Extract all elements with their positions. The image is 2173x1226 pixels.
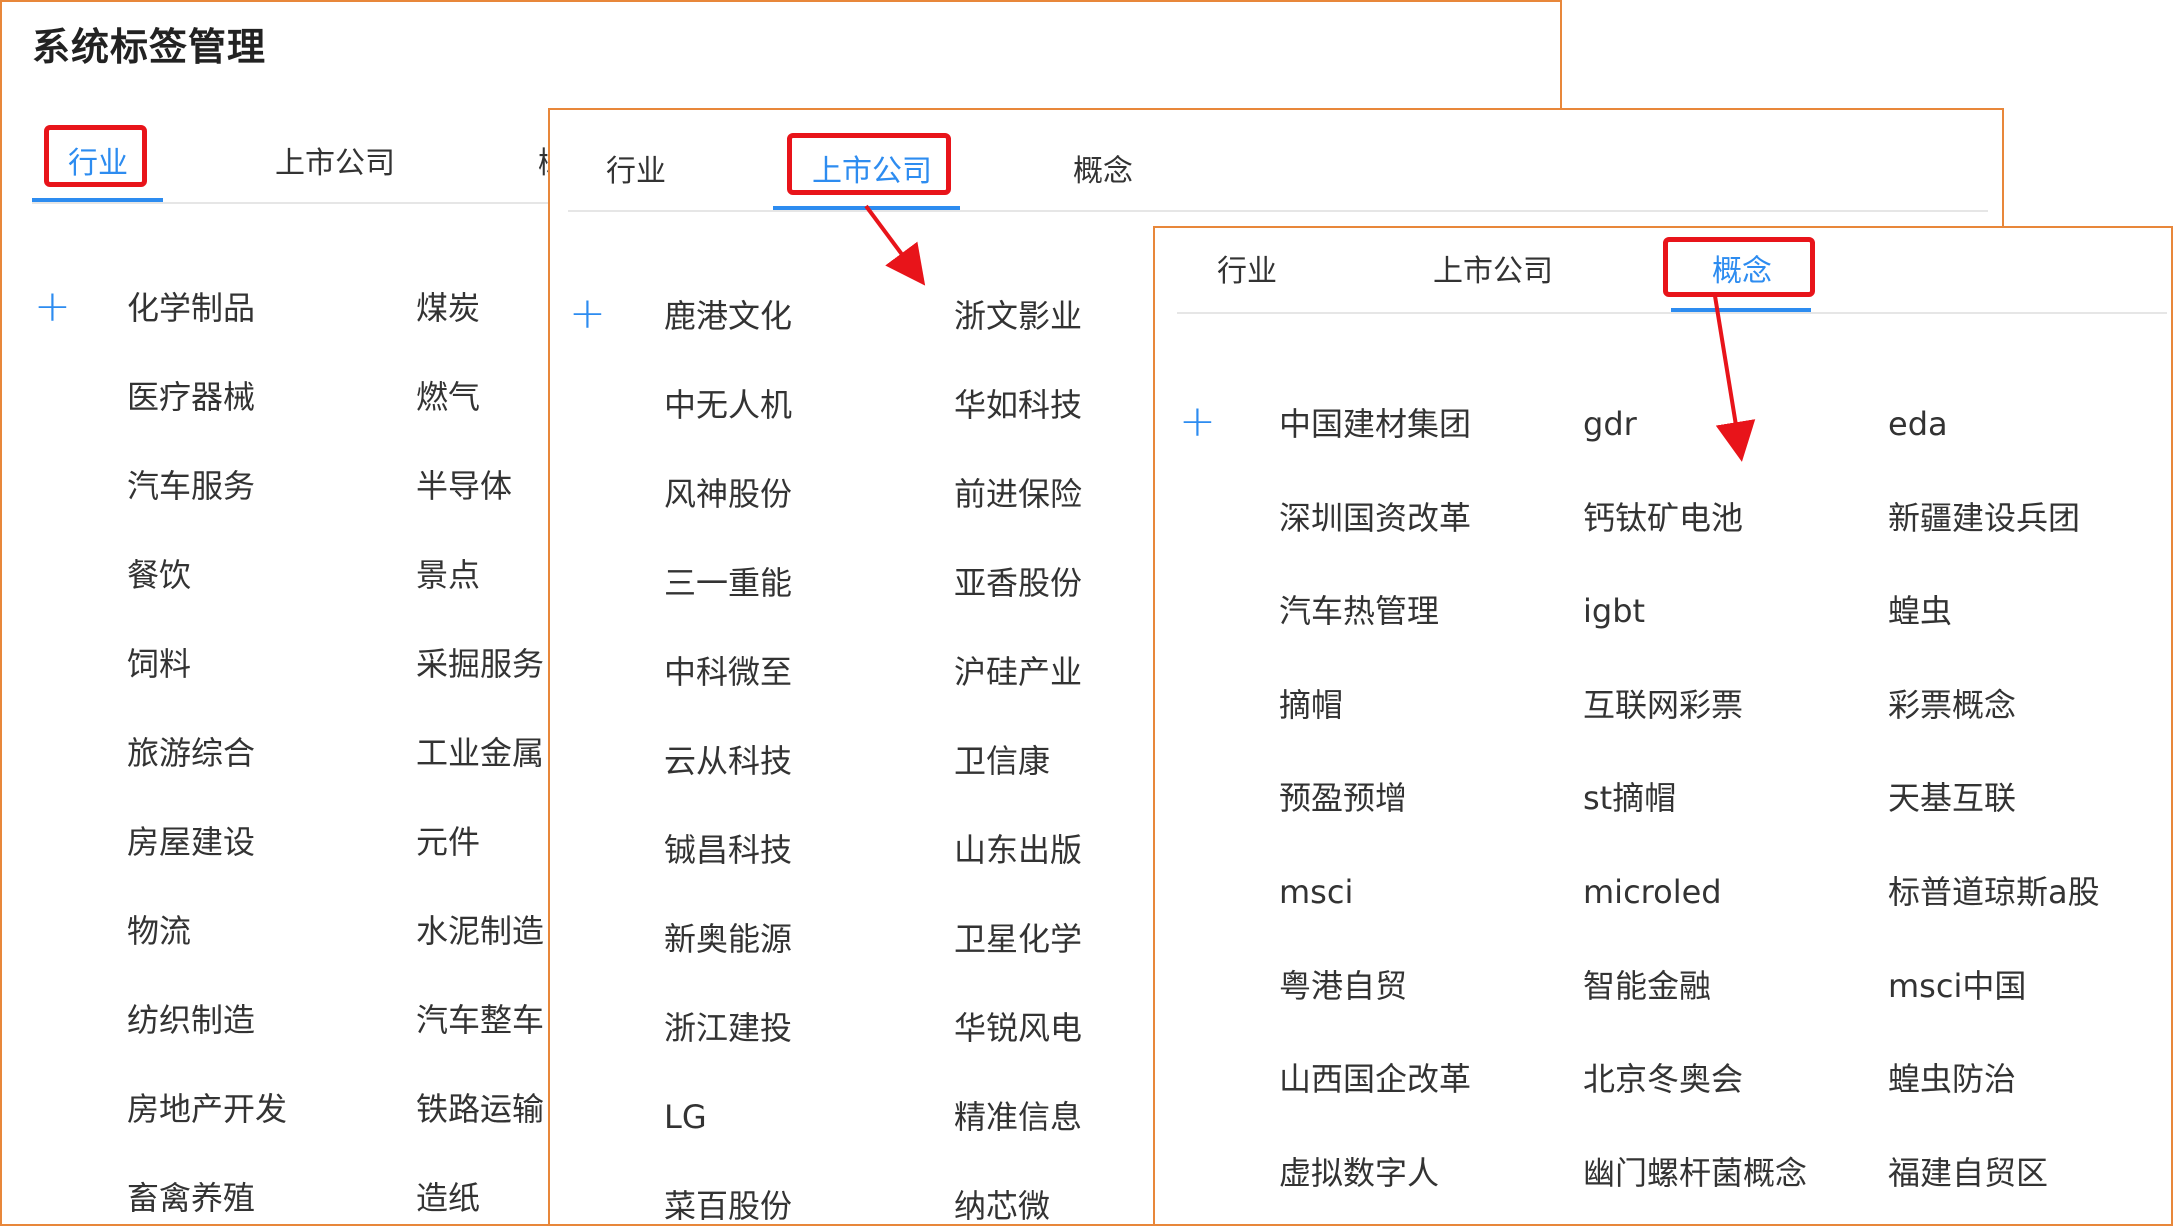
company-tag[interactable]: 前进保险: [954, 474, 1082, 514]
concept-tag[interactable]: st摘帽: [1583, 778, 1676, 818]
concept-tag[interactable]: 新疆建设兵团: [1888, 498, 2080, 538]
industry-tag[interactable]: 化学制品: [127, 288, 255, 328]
concept-tag[interactable]: 预盈预增: [1279, 778, 1407, 818]
highlight-box: [787, 133, 951, 195]
industry-tag[interactable]: 纺织制造: [127, 1000, 255, 1040]
company-tag[interactable]: 三一重能: [664, 563, 792, 603]
concept-tag[interactable]: 幽门螺杆菌概念: [1583, 1153, 1807, 1193]
concept-tag[interactable]: 智能金融: [1583, 966, 1711, 1006]
company-tag[interactable]: 山东出版: [954, 830, 1082, 870]
company-tag[interactable]: 新奥能源: [664, 919, 792, 959]
concept-tag[interactable]: gdr: [1583, 404, 1637, 444]
concept-tag[interactable]: eda: [1888, 404, 1948, 444]
concept-tag[interactable]: 蝗虫: [1888, 591, 1952, 631]
company-tag[interactable]: 鹿港文化: [664, 296, 792, 336]
company-tag[interactable]: 中无人机: [664, 385, 792, 425]
industry-tag[interactable]: 旅游综合: [127, 733, 255, 773]
industry-tag[interactable]: 汽车整车: [416, 1000, 544, 1040]
industry-tag[interactable]: 汽车服务: [127, 466, 255, 506]
company-tag[interactable]: 风神股份: [664, 474, 792, 514]
plus-icon[interactable]: +: [569, 292, 606, 336]
concept-tag[interactable]: 深圳国资改革: [1279, 498, 1471, 538]
tab-listed-company[interactable]: 上市公司: [1433, 246, 1553, 290]
concept-tag[interactable]: 汽车热管理: [1279, 591, 1439, 631]
company-tag[interactable]: 中科微至: [664, 652, 792, 692]
industry-tag[interactable]: 景点: [416, 555, 480, 595]
industry-tag[interactable]: 畜禽养殖: [127, 1178, 255, 1218]
concept-tag[interactable]: 蝗虫防治: [1888, 1059, 2016, 1099]
industry-tag[interactable]: 饲料: [127, 644, 191, 684]
concept-tag[interactable]: 福建自贸区: [1888, 1153, 2048, 1193]
company-tag[interactable]: 浙文影业: [954, 296, 1082, 336]
company-tag[interactable]: 卫信康: [954, 741, 1050, 781]
concept-tag[interactable]: 标普道琼斯a股: [1888, 872, 2100, 912]
industry-tag[interactable]: 医疗器械: [127, 377, 255, 417]
company-tag[interactable]: LG: [664, 1097, 707, 1137]
tab-divider: [1177, 312, 2167, 314]
industry-tag[interactable]: 水泥制造: [416, 911, 544, 951]
panel-concept: 行业 上市公司 概念 + 中国建材集团 深圳国资改革 汽车热管理 摘帽 预盈预增 msci…: [1153, 226, 2173, 1226]
highlight-box: [44, 125, 147, 187]
company-tag[interactable]: 沪硅产业: [954, 652, 1082, 692]
tab-listed-company[interactable]: 上市公司: [275, 138, 395, 182]
industry-tag[interactable]: 半导体: [416, 466, 512, 506]
industry-tag[interactable]: 元件: [416, 822, 480, 862]
concept-tag[interactable]: 北京冬奥会: [1583, 1059, 1743, 1099]
industry-tag[interactable]: 房地产开发: [127, 1089, 287, 1129]
concept-tag[interactable]: msci: [1279, 872, 1353, 912]
industry-tag[interactable]: 房屋建设: [127, 822, 255, 862]
company-tag[interactable]: 铖昌科技: [664, 830, 792, 870]
industry-tag[interactable]: 造纸: [416, 1178, 480, 1218]
industry-tag[interactable]: 餐饮: [127, 555, 191, 595]
tab-industry[interactable]: 行业: [606, 146, 666, 190]
plus-icon[interactable]: +: [1179, 400, 1216, 444]
tab-industry[interactable]: 行业: [1217, 246, 1277, 290]
company-tag[interactable]: 华锐风电: [954, 1008, 1082, 1048]
industry-tag[interactable]: 铁路运输: [416, 1089, 544, 1129]
company-tag[interactable]: 浙江建投: [664, 1008, 792, 1048]
concept-tag[interactable]: 粤港自贸: [1279, 966, 1407, 1006]
concept-tag[interactable]: 互联网彩票: [1583, 685, 1743, 725]
industry-tag[interactable]: 物流: [127, 911, 191, 951]
plus-icon[interactable]: +: [34, 285, 71, 329]
concept-tag[interactable]: 中国建材集团: [1279, 404, 1471, 444]
company-tag[interactable]: 华如科技: [954, 385, 1082, 425]
concept-tag[interactable]: 摘帽: [1279, 685, 1343, 725]
page-title: 系统标签管理: [32, 25, 267, 69]
concept-tag[interactable]: 天基互联: [1888, 778, 2016, 818]
company-tag[interactable]: 精准信息: [954, 1097, 1082, 1137]
concept-tag[interactable]: 彩票概念: [1888, 685, 2016, 725]
concept-tag[interactable]: msci中国: [1888, 966, 2026, 1006]
company-tag[interactable]: 云从科技: [664, 741, 792, 781]
company-tag[interactable]: 卫星化学: [954, 919, 1082, 959]
concept-tag[interactable]: 虚拟数字人: [1279, 1153, 1439, 1193]
industry-tag[interactable]: 煤炭: [416, 288, 480, 328]
tab-divider: [568, 210, 1988, 212]
highlight-box: [1663, 237, 1815, 297]
company-tag[interactable]: 纳芯微: [954, 1186, 1050, 1224]
tab-concept[interactable]: 概念: [1073, 146, 1133, 190]
industry-tag[interactable]: 工业金属: [416, 733, 544, 773]
concept-tag[interactable]: 钙钛矿电池: [1583, 498, 1743, 538]
company-tag[interactable]: 菜百股份: [664, 1186, 792, 1224]
concept-tag[interactable]: 山西国企改革: [1279, 1059, 1471, 1099]
company-tag[interactable]: 亚香股份: [954, 563, 1082, 603]
concept-tag[interactable]: igbt: [1583, 591, 1645, 631]
industry-tag[interactable]: 采掘服务: [416, 644, 544, 684]
concept-tag[interactable]: microled: [1583, 872, 1722, 912]
industry-tag[interactable]: 燃气: [416, 377, 480, 417]
